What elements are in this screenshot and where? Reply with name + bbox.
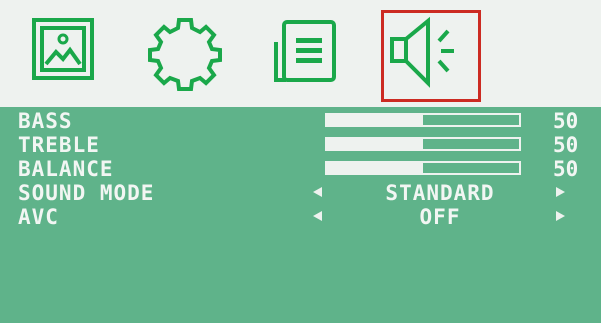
balance-label: BALANCE [18,157,114,181]
balance-slider[interactable] [325,161,521,175]
sound-menu: BASS 50 TREBLE 50 BALANCE 50 SOUND MODE … [0,107,601,323]
bass-slider[interactable] [325,113,521,127]
sound-mode-left-arrow-icon[interactable] [313,187,322,197]
treble-slider-fill [327,139,423,149]
sound-mode-label: SOUND MODE [18,181,155,205]
balance-value: 50 [553,157,579,181]
bass-slider-fill [327,115,423,125]
tab-options[interactable] [268,10,368,102]
bass-label: BASS [18,109,73,133]
sound-mode-right-arrow-icon[interactable] [556,187,565,197]
menu-row-bass[interactable]: BASS 50 [0,109,601,133]
treble-label: TREBLE [18,133,100,157]
menu-row-treble[interactable]: TREBLE 50 [0,133,601,157]
treble-slider[interactable] [325,137,521,151]
avc-label: AVC [18,205,59,229]
gear-icon [148,18,222,91]
sound-mode-value: STANDARD [385,181,495,205]
tab-sound[interactable] [381,10,481,102]
bass-value: 50 [553,109,579,133]
speaker-icon [390,16,454,88]
avc-value: OFF [419,205,461,229]
document-icon [274,20,336,82]
balance-slider-fill [327,163,423,173]
picture-icon [32,18,94,80]
tab-picture[interactable] [30,10,130,102]
tab-setup[interactable] [148,10,248,102]
osd-screen: BASS 50 TREBLE 50 BALANCE 50 SOUND MODE … [0,0,601,323]
menu-row-avc[interactable]: AVC OFF [0,205,601,229]
menu-row-balance[interactable]: BALANCE 50 [0,157,601,181]
menu-tab-bar [0,0,601,107]
treble-value: 50 [553,133,579,157]
avc-left-arrow-icon[interactable] [313,211,322,221]
avc-right-arrow-icon[interactable] [556,211,565,221]
menu-row-sound-mode[interactable]: SOUND MODE STANDARD [0,181,601,205]
